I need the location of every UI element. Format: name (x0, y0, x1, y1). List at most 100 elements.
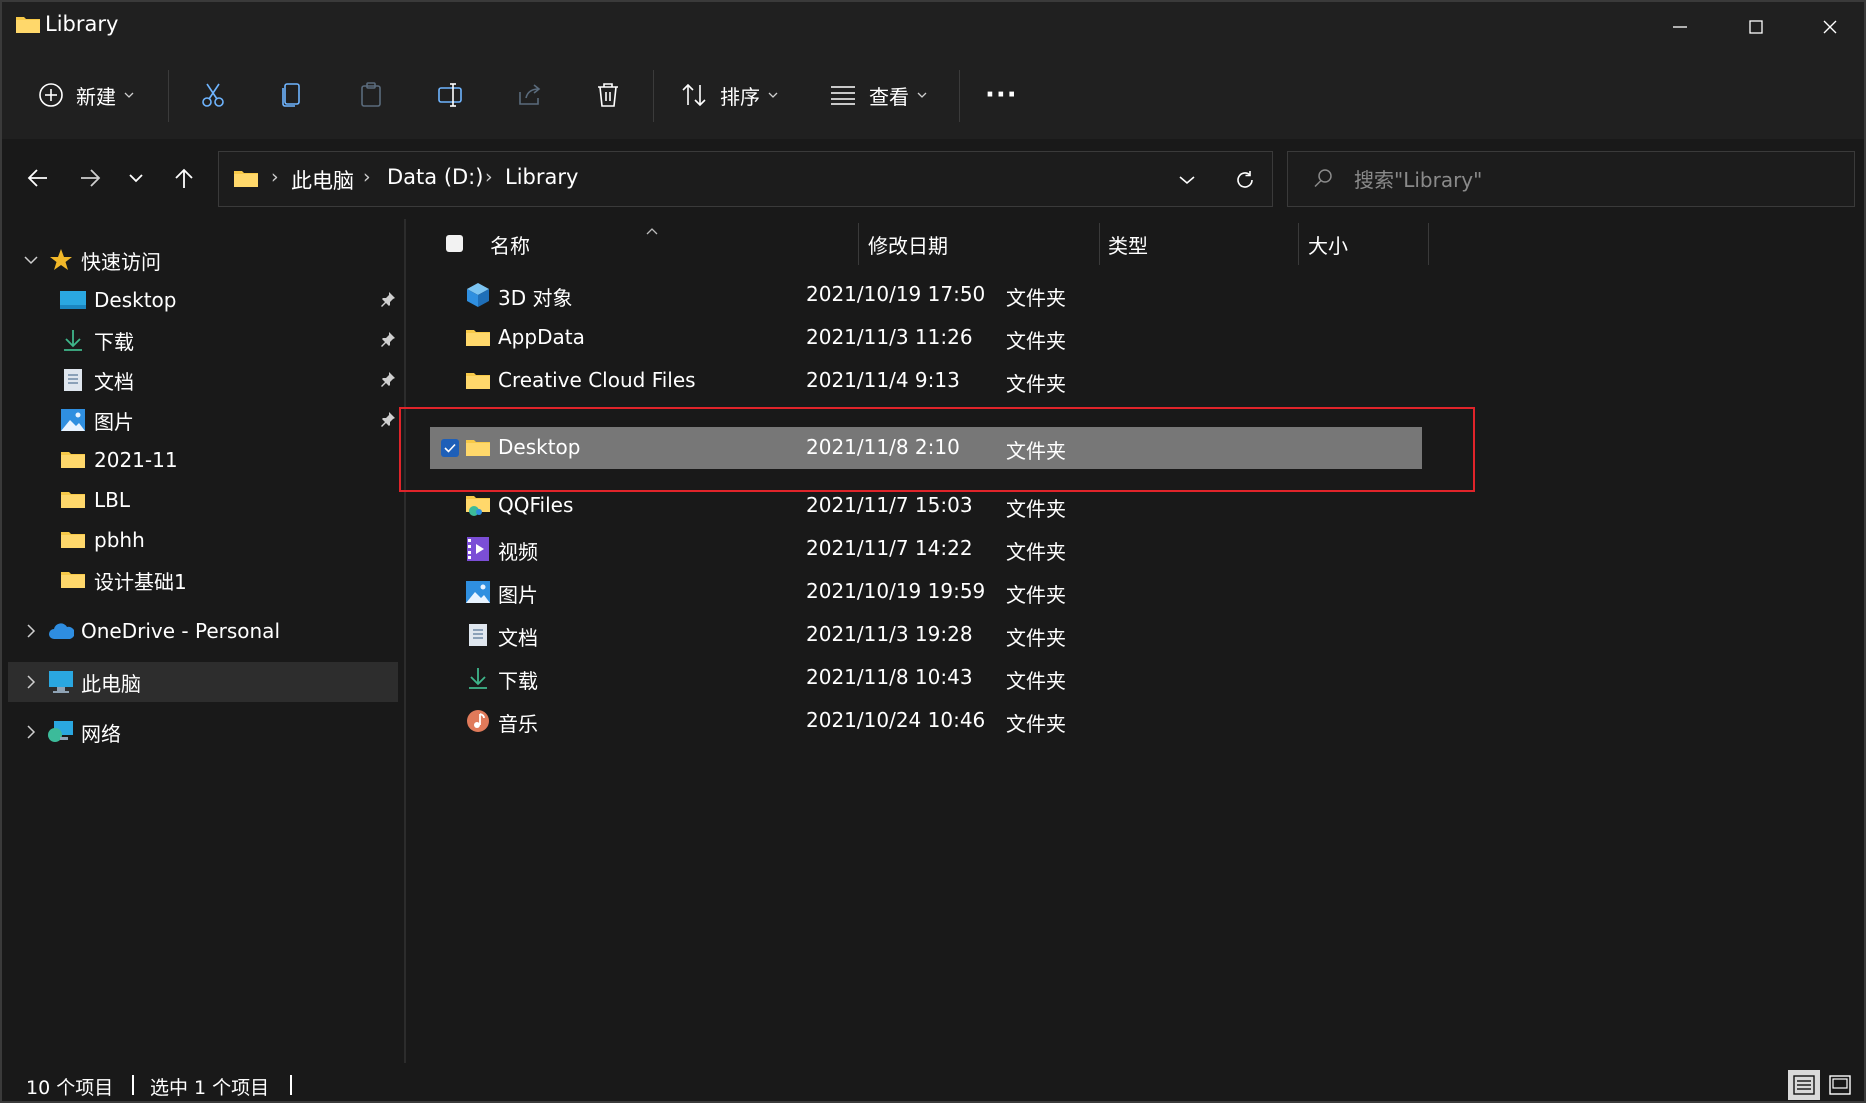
folder-icon (464, 368, 492, 394)
file-row-documents[interactable]: 文档 2021/11/3 19:28 文件夹 (430, 614, 1420, 656)
file-row-3d-objects[interactable]: 3D 对象 2021/10/19 17:50 文件夹 (430, 274, 1420, 316)
more-options-button[interactable]: ··· (985, 68, 1018, 122)
file-name: 3D 对象 (498, 286, 573, 310)
delete-button[interactable] (596, 68, 620, 122)
status-divider (290, 1075, 292, 1095)
sidebar-item-label: 文档 (94, 369, 134, 394)
file-row-appdata[interactable]: AppData 2021/11/3 11:26 文件夹 (430, 317, 1420, 359)
column-divider[interactable] (1298, 223, 1299, 265)
up-button[interactable] (164, 158, 204, 198)
file-row-videos[interactable]: 视频 2021/11/7 14:22 文件夹 (430, 528, 1420, 570)
maximize-button[interactable] (1718, 2, 1794, 52)
details-view-button[interactable] (1788, 1070, 1820, 1100)
sidebar-item-folder[interactable]: 设计基础1 (8, 560, 398, 600)
close-button[interactable] (1792, 2, 1864, 52)
chevron-down-icon[interactable] (22, 255, 40, 265)
star-icon (48, 247, 74, 273)
file-list: 名称 修改日期 类型 大小 3D 对象 2021/10/19 17:50 文件夹… (406, 219, 1864, 1063)
new-label: 新建 (76, 84, 116, 109)
sidebar-item-label: LBL (94, 488, 131, 512)
pin-icon (380, 368, 396, 392)
arrow-left-icon (27, 169, 47, 187)
share-icon (519, 84, 541, 105)
file-row-downloads[interactable]: 下载 2021/11/8 10:43 文件夹 (430, 657, 1420, 699)
large-icons-view-icon (1829, 1075, 1851, 1095)
sidebar-item-this-pc[interactable]: 此电脑 (8, 662, 398, 702)
file-row-music[interactable]: 音乐 2021/10/24 10:46 文件夹 (430, 700, 1420, 742)
column-divider[interactable] (1099, 223, 1100, 265)
sidebar-item-network[interactable]: 网络 (8, 712, 398, 752)
column-divider[interactable] (1428, 223, 1429, 265)
file-name: 视频 (498, 540, 538, 564)
sidebar-item-folder[interactable]: LBL (8, 480, 398, 520)
file-explorer-window: Library 新建 排序 查看 ··· › 此电脑 › Data (D:) ›… (0, 0, 1866, 1103)
column-header-modified[interactable]: 修改日期 (868, 219, 1058, 269)
status-bar: 10 个项目 选中 1 个项目 (2, 1063, 1864, 1101)
sidebar-item-folder[interactable]: pbhh (8, 520, 398, 560)
chevron-right-icon[interactable] (22, 675, 40, 689)
breadcrumb-separator: › (271, 166, 279, 188)
download-icon (464, 665, 492, 691)
file-type: 文件夹 (1006, 712, 1066, 736)
column-header-label: 类型 (1108, 233, 1148, 258)
column-header-size[interactable]: 大小 (1308, 219, 1428, 269)
chevron-down-icon (129, 174, 143, 183)
breadcrumb-data-drive[interactable]: Data (D:) (387, 165, 483, 189)
file-name: QQFiles (498, 493, 574, 517)
pictures-icon (464, 579, 492, 605)
sidebar-item-quick-access[interactable]: 快速访问 (8, 240, 398, 280)
column-header-type[interactable]: 类型 (1108, 219, 1298, 269)
back-button[interactable] (18, 158, 58, 198)
address-bar[interactable]: › 此电脑 › Data (D:) › Library (218, 151, 1273, 207)
column-header-name[interactable]: 名称 (490, 219, 750, 269)
tiles-view-button[interactable] (1824, 1070, 1856, 1100)
refresh-button[interactable] (1227, 162, 1263, 198)
recent-locations-button[interactable] (116, 158, 156, 198)
file-row-pictures[interactable]: 图片 2021/10/19 19:59 文件夹 (430, 571, 1420, 613)
sidebar-item-downloads[interactable]: 下载 (8, 320, 398, 360)
title-bar[interactable]: Library (2, 2, 1864, 52)
sort-button[interactable]: 排序 (680, 68, 778, 122)
sidebar-item-label: 快速访问 (81, 249, 161, 274)
breadcrumb-separator: › (485, 166, 493, 188)
cut-button[interactable] (200, 68, 226, 122)
music-icon (464, 708, 492, 734)
search-input[interactable] (1352, 162, 1836, 198)
new-button[interactable]: 新建 (38, 68, 134, 122)
sidebar-item-documents[interactable]: 文档 (8, 360, 398, 400)
select-all-checkbox[interactable] (446, 235, 463, 252)
forward-button[interactable] (70, 158, 110, 198)
sidebar-item-onedrive[interactable]: OneDrive - Personal (8, 611, 398, 651)
file-date: 2021/11/4 9:13 (806, 368, 960, 392)
file-type: 文件夹 (1006, 669, 1066, 693)
sidebar-item-pictures[interactable]: 图片 (8, 400, 398, 440)
sidebar-item-label: 2021-11 (94, 448, 178, 472)
sidebar-item-folder[interactable]: 2021-11 (8, 440, 398, 480)
minimize-button[interactable] (1642, 2, 1718, 52)
file-row-creative-cloud-files[interactable]: Creative Cloud Files 2021/11/4 9:13 文件夹 (430, 360, 1420, 402)
chevron-right-icon[interactable] (22, 725, 40, 739)
navigation-pane: 快速访问 Desktop 下载 文档 图片 2021-11 LBL pbhh 设… (2, 219, 401, 1063)
sidebar-item-label: 网络 (81, 721, 121, 746)
share-button[interactable] (517, 68, 543, 122)
search-box[interactable] (1287, 151, 1855, 207)
pin-icon (380, 328, 396, 352)
column-divider[interactable] (858, 223, 859, 265)
arrow-up-icon (175, 168, 193, 188)
breadcrumb-this-pc[interactable]: 此电脑 (291, 165, 354, 195)
file-name: 图片 (498, 583, 538, 607)
sidebar-item-desktop[interactable]: Desktop (8, 280, 398, 320)
folder-icon (60, 447, 86, 473)
file-name: 音乐 (498, 712, 538, 736)
file-type: 文件夹 (1006, 540, 1066, 564)
paste-button[interactable] (359, 68, 383, 122)
folder-icon (60, 567, 86, 593)
breadcrumb-library[interactable]: Library (505, 165, 578, 189)
copy-button[interactable] (280, 68, 304, 122)
view-button[interactable]: 查看 (829, 68, 927, 122)
breadcrumb-separator: › (363, 166, 371, 188)
rename-button[interactable] (437, 68, 465, 122)
sidebar-item-label: 下载 (94, 329, 134, 354)
chevron-right-icon[interactable] (22, 624, 40, 638)
address-history-button[interactable] (1169, 162, 1205, 198)
